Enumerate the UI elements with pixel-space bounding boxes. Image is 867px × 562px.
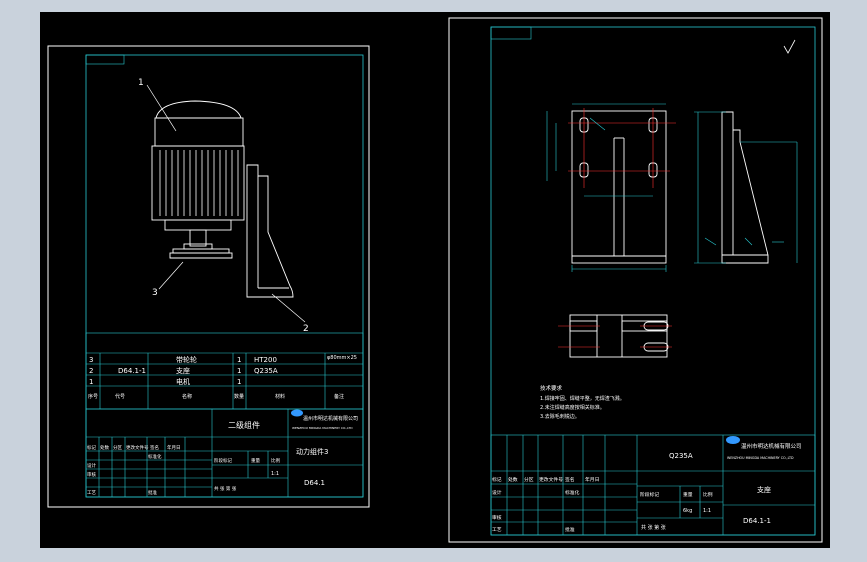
left-tb-zone: 分区 — [113, 444, 122, 451]
bom-row-3-no: 3 — [89, 356, 93, 364]
left-tb-change: 更改文件号 — [126, 444, 149, 451]
right-tb-process: 工艺 — [492, 527, 502, 533]
right-tb-zone: 分区 — [524, 476, 534, 483]
left-tb-design: 设计 — [87, 462, 96, 469]
right-tb-design: 设计 — [492, 489, 502, 496]
left-tb-process: 工艺 — [87, 490, 96, 496]
right-company-en: WENZHOU MINGDA MACHINERY CO.,LTD — [727, 456, 794, 460]
bom-row-3-qty: 1 — [237, 356, 241, 364]
right-material: Q235A — [669, 452, 693, 460]
bom-row-2-no: 2 — [89, 367, 93, 375]
bom-row-2-code: D64.1-1 — [118, 367, 146, 375]
bom-header-qty: 数量 — [234, 393, 244, 400]
callout-3: 3 — [152, 288, 158, 298]
note-3: 3.去除毛刺锐边。 — [540, 413, 580, 420]
left-tb-review: 审核 — [87, 471, 96, 478]
left-drawing-name: 动力组件3 — [296, 447, 328, 456]
right-tb-weight-label: 重量 — [683, 491, 693, 498]
left-tb-sheets: 共 张 第 张 — [214, 485, 237, 492]
right-tb-weight: 6kg — [683, 508, 692, 514]
bom-header-code: 代号 — [115, 393, 125, 400]
right-tb-mark: 标记 — [492, 476, 502, 483]
right-tb-review: 审核 — [492, 514, 502, 521]
right-tb-stage: 阶段标记 — [640, 491, 659, 498]
bom-header-material: 材料 — [275, 393, 285, 400]
right-tb-date: 年月日 — [585, 476, 599, 483]
left-tb-sign: 签名 — [150, 444, 159, 451]
left-tb-stage: 阶段标记 — [214, 457, 232, 464]
left-tb-approve: 批准 — [148, 489, 157, 496]
note-1: 1.焊接牢固、焊缝平整，无焊渣飞溅。 — [540, 395, 625, 402]
left-tb-mark: 标记 — [87, 444, 96, 451]
bom-row-3-material: HT200 — [254, 356, 277, 364]
bom-row-1-qty: 1 — [237, 378, 241, 386]
bom-header-no: 序号 — [88, 393, 98, 400]
model-canvas[interactable] — [40, 12, 830, 548]
left-drawing-no: D64.1 — [304, 479, 325, 487]
right-tb-change: 更改文件号 — [539, 476, 563, 483]
right-tb-count: 处数 — [508, 476, 518, 483]
right-drawing-name: 支座 — [757, 485, 771, 494]
left-tb-count: 处数 — [100, 444, 109, 451]
left-tb-date: 年月日 — [167, 444, 181, 451]
note-2: 2.未注焊缝高度按相关标准。 — [540, 404, 605, 411]
right-tb-scale-label: 比例 — [703, 491, 713, 498]
right-company-name: 温州市明达机械有限公司 — [741, 442, 802, 450]
left-tb-scale-label: 比例 — [271, 457, 280, 464]
left-company-logo — [291, 409, 303, 417]
cad-viewport[interactable]: 1 3 2 3 带轮轮 1 HT200 φ80mm×25 2 D64.1-1 支… — [0, 0, 867, 562]
right-tb-standard: 标准化 — [565, 489, 580, 496]
right-tb-sheets: 共 张 第 张 — [641, 524, 666, 531]
callout-1: 1 — [138, 78, 144, 88]
bom-row-1-name: 电机 — [176, 377, 190, 386]
left-tb-scale: 1:1 — [271, 471, 279, 477]
left-material: 二级组件 — [228, 420, 260, 430]
bom-row-3-note: φ80mm×25 — [327, 355, 357, 361]
left-company-en: WENZHOU MINGDA MACHINERY CO.,LTD — [292, 426, 353, 430]
right-company-logo — [726, 436, 740, 444]
left-tb-standard: 标准化 — [148, 453, 162, 460]
right-tb-sign: 签名 — [565, 476, 575, 483]
bom-header-note: 备注 — [334, 393, 344, 400]
left-company-name: 温州市明达机械有限公司 — [303, 415, 358, 422]
bom-row-2-qty: 1 — [237, 367, 241, 375]
bom-row-1-no: 1 — [89, 378, 93, 386]
note-title: 技术要求 — [540, 384, 563, 392]
right-tb-scale: 1:1 — [703, 508, 711, 514]
callout-2: 2 — [303, 324, 309, 334]
bom-row-3-name: 带轮轮 — [176, 355, 197, 364]
right-tb-approve: 批准 — [565, 526, 575, 533]
bom-row-2-name: 支座 — [176, 366, 190, 375]
bom-row-2-material: Q235A — [254, 367, 278, 375]
bom-header-name: 名称 — [182, 393, 192, 400]
right-drawing-no: D64.1-1 — [743, 517, 771, 525]
left-tb-weight: 重量 — [251, 457, 260, 464]
